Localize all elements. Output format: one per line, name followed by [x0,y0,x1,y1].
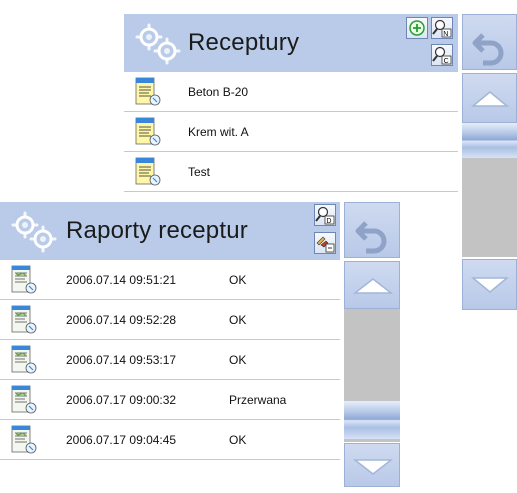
list-item[interactable]: Krem wit. A [124,112,458,152]
svg-text:C: C [444,58,449,65]
scrollbar-thumb[interactable] [462,123,517,158]
back-button[interactable] [462,14,517,70]
scroll-down-button[interactable] [462,259,517,310]
report-status: Przerwana [229,393,287,407]
arrow-down-icon [352,459,394,475]
report-status: OK [229,353,247,367]
recipe-name: Beton B-20 [188,85,249,99]
table-row[interactable]: 2006.07.14 09:52:28 OK [0,300,340,340]
report-datetime: 2006.07.14 09:52:28 [66,313,177,327]
recipes-header: Receptury N C [124,14,458,72]
scroll-down-button[interactable] [344,443,400,487]
undo-arrow-icon [355,221,387,254]
formula-document-icon [135,117,161,146]
reports-header: Raporty receptur D [0,202,340,260]
report-document-icon [11,385,37,414]
scroll-up-button[interactable] [462,73,517,123]
report-datetime: 2006.07.14 09:51:21 [66,273,177,287]
table-row[interactable]: 2006.07.14 09:53:17 OK [0,340,340,380]
report-document-icon [11,265,37,294]
report-document-icon [11,425,37,454]
export-button[interactable] [314,232,336,254]
gears-icon [11,211,57,253]
report-document-icon [11,345,37,374]
arrow-up-icon [470,91,510,107]
list-item[interactable]: Test [124,152,458,192]
search-d-button[interactable]: D [314,204,336,226]
plus-icon [409,20,425,36]
report-status: OK [229,433,247,447]
search-n-button[interactable]: N [431,17,453,39]
report-document-icon [11,305,37,334]
gears-icon [135,23,181,65]
reports-panel: Raporty receptur D 2006.07.14 09:51:21 O… [0,202,400,487]
table-row[interactable]: 2006.07.17 09:04:45 OK [0,420,340,460]
magnifier-d-icon: D [315,206,335,225]
export-icon [316,236,335,253]
report-datetime: 2006.07.17 09:04:45 [66,433,177,447]
scroll-up-button[interactable] [344,261,400,309]
undo-arrow-icon [472,33,504,66]
recipe-name: Krem wit. A [188,125,249,139]
list-item[interactable]: Beton B-20 [124,72,458,112]
recipe-name: Test [188,165,211,179]
arrow-up-icon [352,278,394,294]
svg-text:N: N [443,31,448,38]
formula-document-icon [135,77,161,106]
report-status: OK [229,313,247,327]
add-recipe-button[interactable] [406,17,428,39]
arrow-down-icon [470,277,510,293]
search-c-button[interactable]: C [431,44,453,66]
table-row[interactable]: 2006.07.14 09:51:21 OK [0,260,340,300]
report-datetime: 2006.07.17 09:00:32 [66,393,177,407]
back-button[interactable] [344,202,400,258]
report-datetime: 2006.07.14 09:53:17 [66,353,177,367]
magnifier-n-icon: N [432,19,452,38]
table-row[interactable]: 2006.07.17 09:00:32 Przerwana [0,380,340,420]
svg-text:D: D [326,218,331,225]
page-title: Receptury [188,29,300,56]
page-title: Raporty receptur [66,217,248,244]
magnifier-c-icon: C [432,46,452,65]
report-status: OK [229,273,247,287]
scrollbar-thumb[interactable] [344,401,400,439]
formula-document-icon [135,157,161,186]
